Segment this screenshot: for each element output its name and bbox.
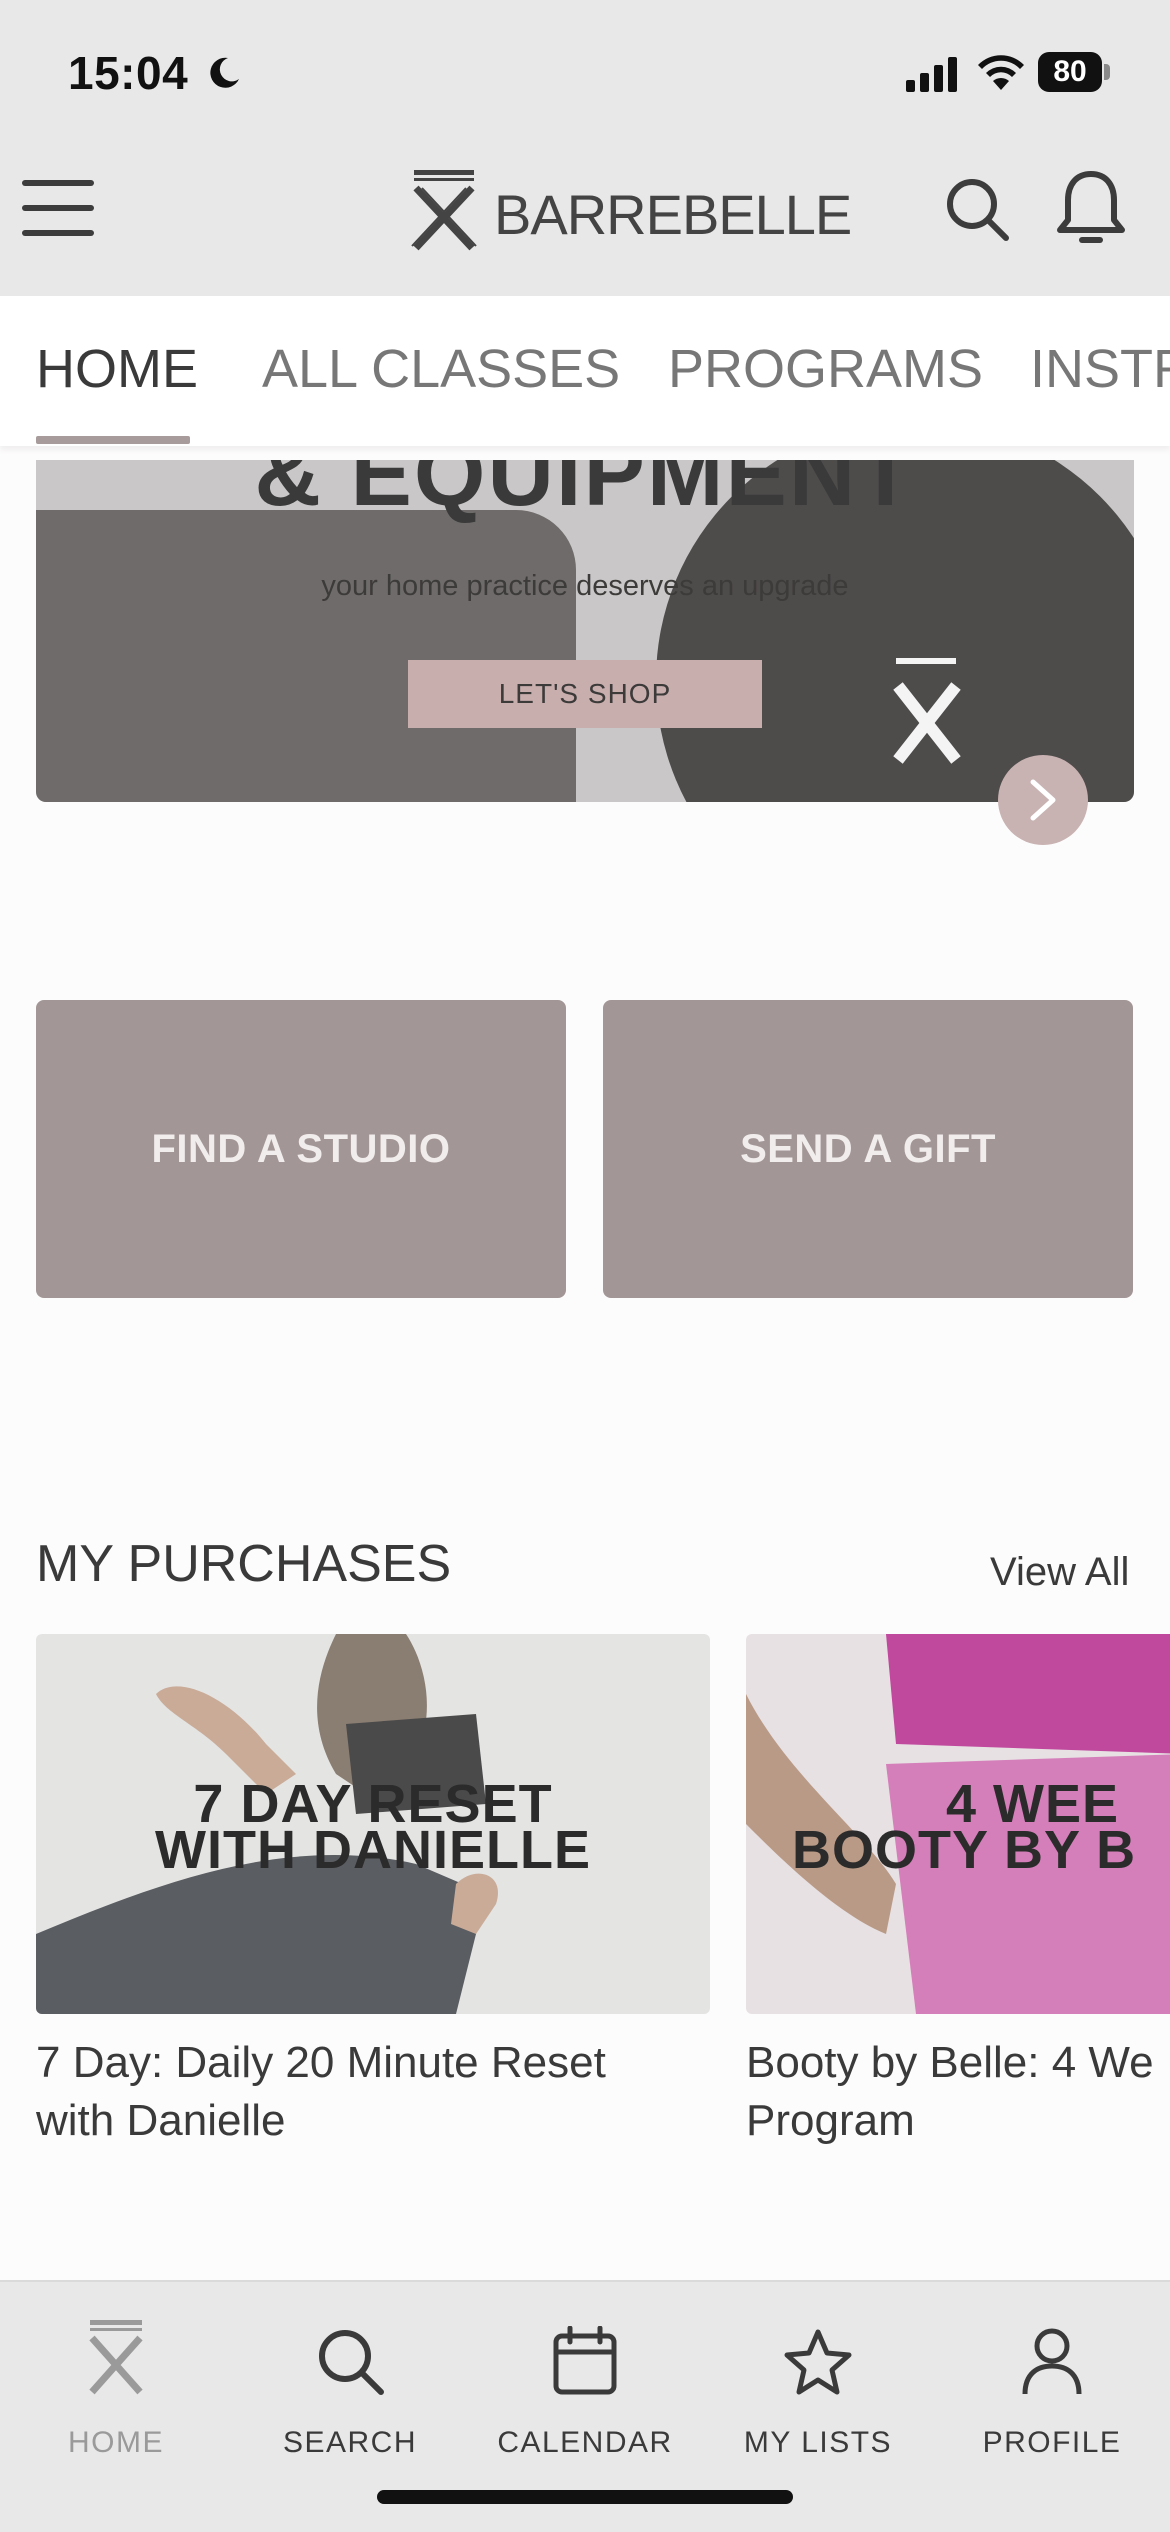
tab-instructors[interactable]: INSTR bbox=[1030, 338, 1170, 400]
find-studio-tile[interactable]: FIND A STUDIO bbox=[36, 1000, 566, 1298]
barrebelle-logo-icon bbox=[89, 2320, 143, 2395]
active-tab-indicator bbox=[36, 436, 190, 444]
section-title: MY PURCHASES bbox=[36, 1535, 452, 1593]
menu-icon[interactable] bbox=[22, 178, 94, 238]
shop-button[interactable]: LET'S SHOP bbox=[408, 660, 762, 728]
battery-level: 80 bbox=[1053, 55, 1087, 88]
nav-my-lists[interactable]: MY LISTS bbox=[718, 2306, 918, 2460]
banner-heading: & EQUIPMENT bbox=[254, 460, 916, 525]
search-icon[interactable] bbox=[944, 176, 1012, 244]
search-icon bbox=[319, 2330, 384, 2395]
nav-home[interactable]: HOME bbox=[16, 2306, 216, 2460]
cellular-signal-icon bbox=[906, 57, 957, 92]
tab-all-classes[interactable]: ALL CLASSES bbox=[262, 338, 620, 400]
battery-icon: 80 bbox=[1038, 52, 1110, 92]
calendar-icon bbox=[553, 2326, 617, 2395]
carousel-next-button[interactable] bbox=[998, 755, 1088, 845]
person-icon bbox=[1022, 2328, 1082, 2395]
purchase-card-title[interactable]: Booty by Belle: 4 We Program bbox=[746, 2034, 1154, 2150]
nav-calendar[interactable]: CALENDAR bbox=[485, 2306, 685, 2460]
tab-home[interactable]: HOME bbox=[36, 338, 198, 400]
card-overlay-line2: WITH DANIELLE bbox=[155, 1820, 591, 1880]
barrebelle-logo-icon bbox=[411, 170, 477, 251]
send-gift-tile[interactable]: SEND A GIFT bbox=[603, 1000, 1133, 1298]
app-header-area: 15:04 80 BARREBELLE bbox=[0, 0, 1170, 296]
view-all-link[interactable]: View All bbox=[990, 1550, 1129, 1595]
notification-bell-icon[interactable] bbox=[1054, 170, 1128, 250]
brand-x-mark-icon bbox=[893, 658, 961, 764]
nav-search[interactable]: SEARCH bbox=[250, 2306, 450, 2460]
moon-icon bbox=[210, 57, 239, 88]
brand-name: BARREBELLE bbox=[494, 183, 852, 246]
card-overlay-line2: BOOTY BY B bbox=[792, 1820, 1137, 1880]
top-nav-bar: BARREBELLE bbox=[0, 140, 1170, 296]
home-indicator bbox=[377, 2490, 793, 2504]
star-icon bbox=[784, 2329, 852, 2395]
category-tabs: HOME ALL CLASSES PROGRAMS INSTR bbox=[0, 296, 1170, 446]
nav-profile[interactable]: PROFILE bbox=[952, 2306, 1152, 2460]
status-time: 15:04 bbox=[68, 47, 189, 99]
brand-logo: BARREBELLE bbox=[410, 164, 852, 254]
wifi-icon bbox=[978, 55, 1024, 90]
tab-programs[interactable]: PROGRAMS bbox=[668, 338, 983, 400]
purchase-card-title[interactable]: 7 Day: Daily 20 Minute Reset with Daniel… bbox=[36, 2034, 606, 2150]
chevron-right-icon bbox=[1030, 779, 1056, 821]
banner-subtitle: your home practice deserves an upgrade bbox=[321, 570, 849, 602]
promo-banner[interactable]: & EQUIPMENT your home practice deserves … bbox=[36, 460, 1134, 802]
purchase-card-image[interactable]: 4 WEE BOOTY BY B bbox=[746, 1634, 1170, 2014]
status-bar: 15:04 80 bbox=[0, 0, 1170, 140]
purchase-card-image[interactable]: 7 DAY RESET WITH DANIELLE bbox=[36, 1634, 710, 2014]
